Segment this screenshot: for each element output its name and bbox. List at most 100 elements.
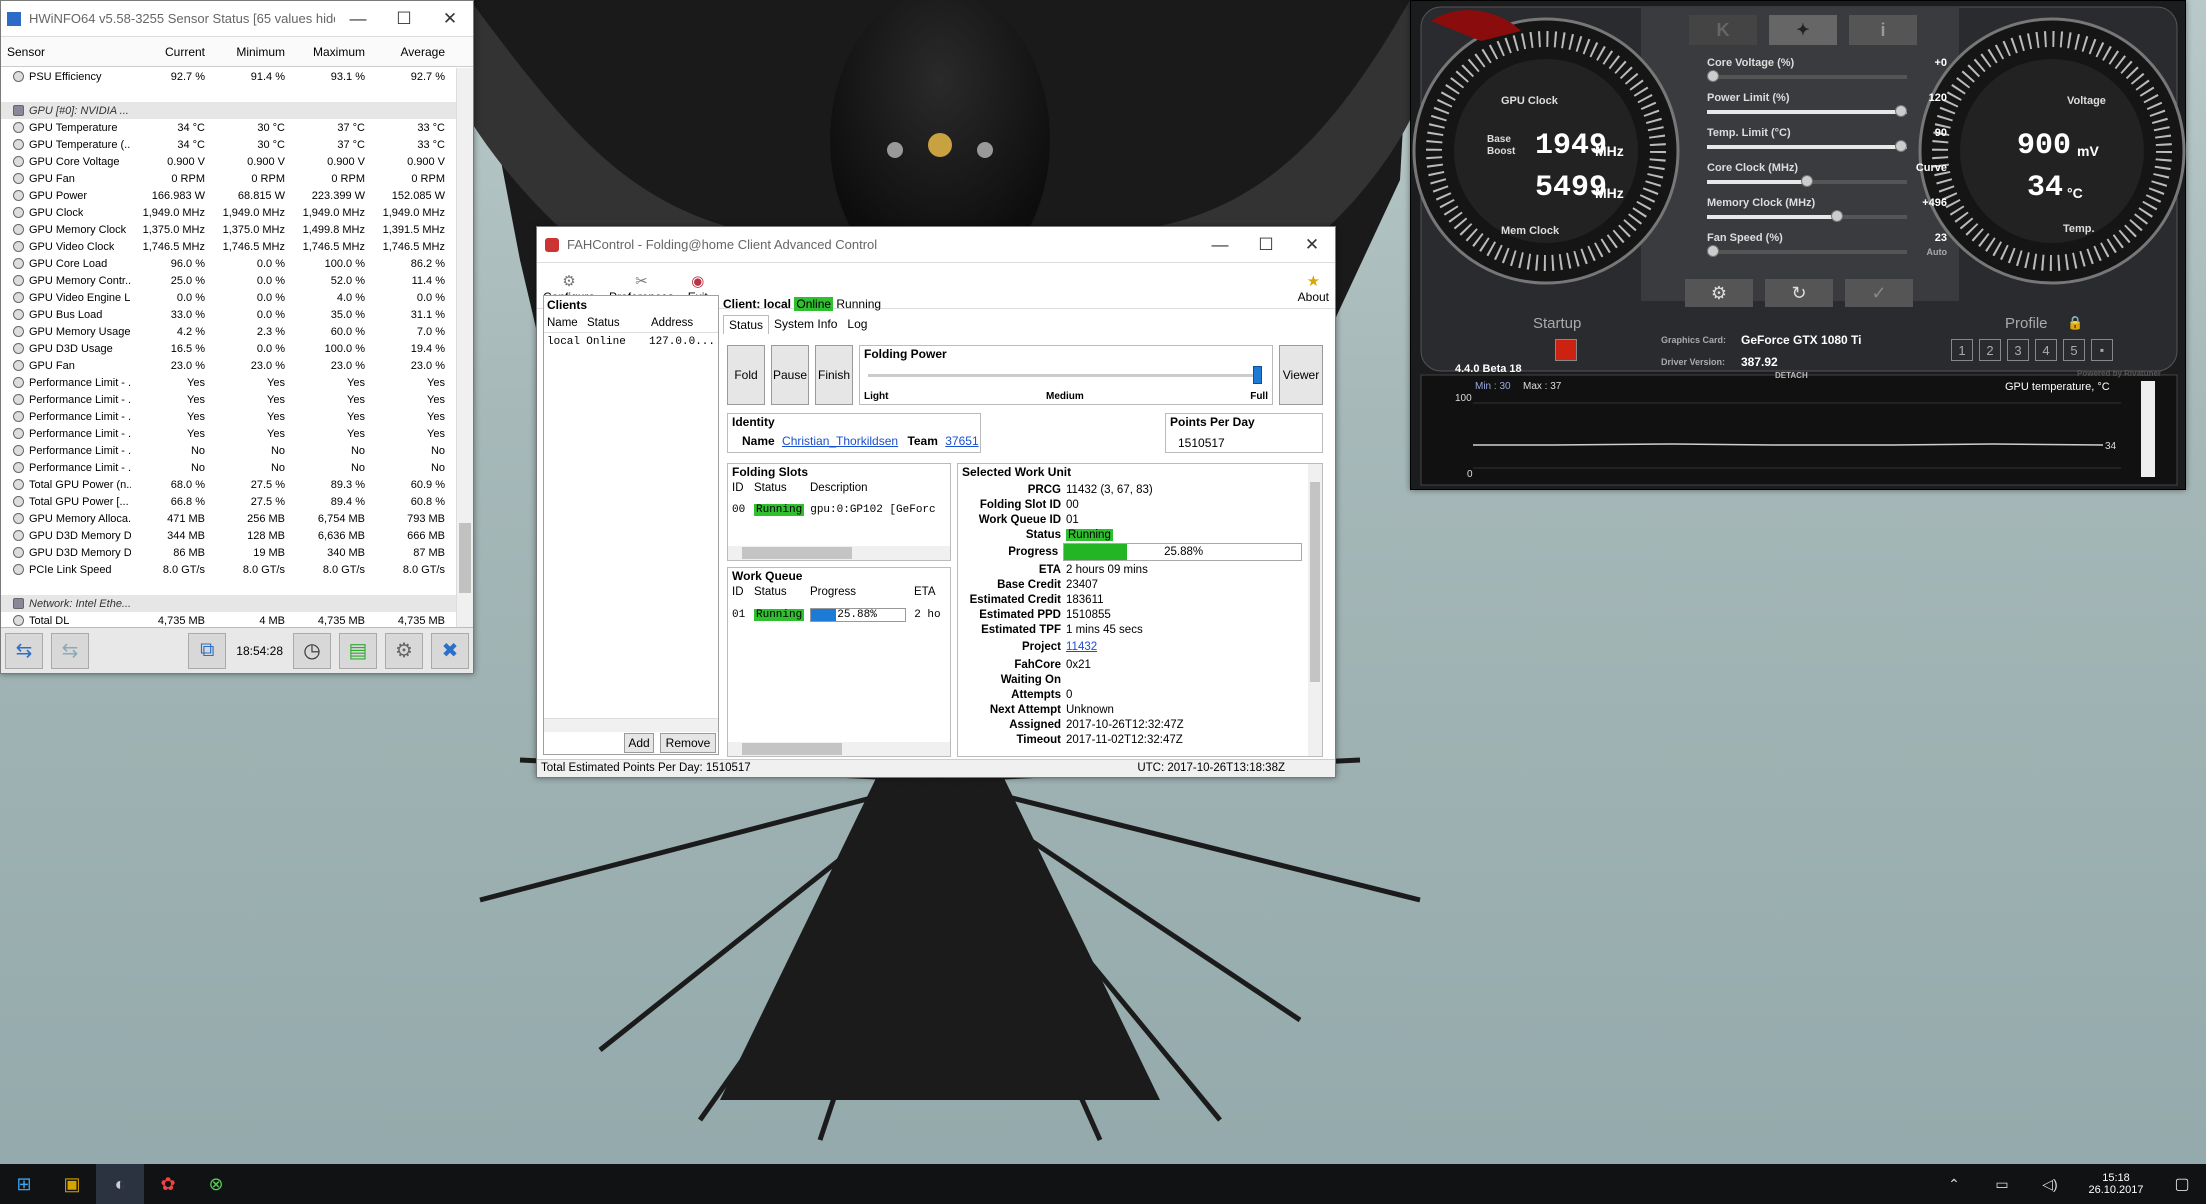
fah-titlebar[interactable]: FAHControl - Folding@home Client Advance… xyxy=(537,227,1335,263)
tab-log[interactable]: Log xyxy=(842,315,872,334)
fold-button[interactable]: Fold xyxy=(727,345,765,405)
minimize-button[interactable]: — xyxy=(1197,227,1243,263)
wq-row-01[interactable]: 01 Running 25.88% 2 ho xyxy=(732,608,941,622)
volume-tray-icon[interactable]: ◁) xyxy=(2026,1164,2074,1204)
sensor-section-header[interactable]: Network: Intel Ethe... xyxy=(1,595,457,612)
profile-3-button[interactable]: 3 xyxy=(2007,339,2029,361)
viewer-button[interactable]: Viewer xyxy=(1279,345,1323,405)
slider-track[interactable] xyxy=(1707,245,1907,257)
col-maximum[interactable]: Maximum xyxy=(291,45,371,59)
report-icon[interactable]: ▤ xyxy=(339,632,377,669)
col-current[interactable]: Current xyxy=(131,45,211,59)
col-average[interactable]: Average xyxy=(371,45,451,59)
sensor-row[interactable]: GPU D3D Memory D... 344 MB 128 MB 6,636 MB 6… xyxy=(1,527,457,544)
slots-hscroll[interactable] xyxy=(728,546,950,560)
sensor-row[interactable]: GPU Core Load 96.0 % 0.0 % 100.0 % 86.2 % xyxy=(1,255,457,272)
clients-hscroll[interactable] xyxy=(544,718,718,732)
sensor-row[interactable]: GPU Video Clock 1,746.5 MHz 1,746.5 MHz 1,7… xyxy=(1,238,457,255)
finish-button[interactable]: Finish xyxy=(815,345,853,405)
slider-knob[interactable] xyxy=(1895,105,1907,117)
sensor-row[interactable]: Performance Limit - ... Yes Yes Yes Yes xyxy=(1,391,457,408)
network-icon[interactable]: ⧉ xyxy=(188,632,227,669)
nav-back-icon[interactable]: ⇆ xyxy=(5,632,43,669)
nav-forward-icon[interactable]: ⇆ xyxy=(51,632,89,669)
fan-auto-button[interactable]: Auto xyxy=(1927,247,1948,257)
settings-icon[interactable]: ⚙ xyxy=(385,632,423,669)
reset-button[interactable]: ↻ xyxy=(1765,279,1833,307)
apply-button[interactable]: ✓ xyxy=(1845,279,1913,307)
slider-knob[interactable] xyxy=(1801,175,1813,187)
clock-icon[interactable]: ◷ xyxy=(293,632,331,669)
sensor-row[interactable]: PCIe Link Speed 8.0 GT/s 8.0 GT/s 8.0 GT/s 8… xyxy=(1,561,457,578)
folding-power-knob[interactable] xyxy=(1253,366,1262,384)
maximize-button[interactable]: ☐ xyxy=(381,1,427,37)
slider-track[interactable] xyxy=(1707,70,1907,82)
sensor-row[interactable]: GPU Memory Alloca... 471 MB 256 MB 6,754 MB… xyxy=(1,510,457,527)
remove-client-button[interactable]: Remove xyxy=(660,733,716,753)
slider-knob[interactable] xyxy=(1707,70,1719,82)
close-button[interactable]: ✕ xyxy=(1289,227,1335,263)
sensor-row[interactable]: Performance Limit - ... No No No No xyxy=(1,459,457,476)
sensor-row[interactable]: Total GPU Power [... 66.8 % 27.5 % 89.4 % 60… xyxy=(1,493,457,510)
top-info-button[interactable]: i xyxy=(1849,15,1917,45)
profile-lock-icon[interactable]: 🔒 xyxy=(2067,315,2083,331)
slider-knob[interactable] xyxy=(1707,245,1719,257)
sensor-section-header[interactable]: GPU [#0]: NVIDIA ... xyxy=(1,102,457,119)
fah-taskbar-icon[interactable]: ✿ xyxy=(144,1164,192,1204)
slider-track[interactable] xyxy=(1707,175,1907,187)
sensor-row[interactable]: GPU Video Engine L... 0.0 % 0.0 % 4.0 % 0.0 … xyxy=(1,289,457,306)
slider-knob[interactable] xyxy=(1831,210,1844,222)
steam-taskbar-icon[interactable]: ◐ xyxy=(96,1164,144,1204)
top-k-button[interactable]: K xyxy=(1689,15,1757,45)
sensor-row[interactable]: GPU D3D Memory D... 86 MB 19 MB 340 MB 87 MB xyxy=(1,544,457,561)
sensor-row[interactable]: Performance Limit - ... Yes Yes Yes Yes xyxy=(1,374,457,391)
about-button[interactable]: ★ About xyxy=(1298,272,1329,304)
add-client-button[interactable]: Add xyxy=(624,733,654,753)
sensor-row[interactable]: Performance Limit - ... No No No No xyxy=(1,442,457,459)
sensor-row[interactable] xyxy=(1,578,457,595)
slider-knob[interactable] xyxy=(1895,140,1907,152)
hwinfo-taskbar-icon[interactable]: ▣ xyxy=(48,1164,96,1204)
tray-chevron-icon[interactable]: ⌃ xyxy=(1930,1164,1978,1204)
sensor-row[interactable]: GPU Fan 23.0 % 23.0 % 23.0 % 23.0 % xyxy=(1,357,457,374)
settings-gear-button[interactable]: ⚙ xyxy=(1685,279,1753,307)
sensor-row[interactable]: GPU Temperature (... 34 °C 30 °C 37 °C 33 °C xyxy=(1,136,457,153)
pause-button[interactable]: Pause xyxy=(771,345,809,405)
sensor-row[interactable] xyxy=(1,85,457,102)
sensor-row[interactable]: Performance Limit - ... Yes Yes Yes Yes xyxy=(1,408,457,425)
hwinfo-scrollbar[interactable] xyxy=(456,68,473,628)
profile-2-button[interactable]: 2 xyxy=(1979,339,2001,361)
profile-4-button[interactable]: 4 xyxy=(2035,339,2057,361)
taskbar-clock[interactable]: 15:18 26.10.2017 xyxy=(2074,1172,2158,1196)
slot-row-00[interactable]: 00 Running gpu:0:GP102 [GeForc xyxy=(732,504,936,516)
maximize-button[interactable]: ☐ xyxy=(1243,227,1289,263)
sensor-row[interactable]: GPU Fan 0 RPM 0 RPM 0 RPM 0 RPM xyxy=(1,170,457,187)
top-logo-button[interactable]: ✦ xyxy=(1769,15,1837,45)
sensor-row[interactable]: GPU D3D Usage 16.5 % 0.0 % 100.0 % 19.4 % xyxy=(1,340,457,357)
slider-track[interactable] xyxy=(1707,210,1907,222)
network-tray-icon[interactable]: ▭ xyxy=(1978,1164,2026,1204)
graph-scrollbar[interactable] xyxy=(2141,381,2155,477)
minimize-button[interactable]: — xyxy=(335,1,381,37)
sensor-row[interactable]: Total GPU Power (n... 68.0 % 27.5 % 89.3 % 6… xyxy=(1,476,457,493)
sensor-row[interactable]: GPU Temperature 34 °C 30 °C 37 °C 33 °C xyxy=(1,119,457,136)
client-row-local[interactable]: local Online 127.0.0... xyxy=(544,333,718,351)
profile-1-button[interactable]: 1 xyxy=(1951,339,1973,361)
col-sensor[interactable]: Sensor xyxy=(1,45,131,59)
sensor-row[interactable]: GPU Memory Usage 4.2 % 2.3 % 60.0 % 7.0 % xyxy=(1,323,457,340)
slider-track[interactable] xyxy=(1707,140,1907,152)
wu-scrollbar[interactable] xyxy=(1308,464,1322,756)
profile-5-button[interactable]: 5 xyxy=(2063,339,2085,361)
sensor-row[interactable]: GPU Clock 1,949.0 MHz 1,949.0 MHz 1,949.0 M… xyxy=(1,204,457,221)
start-windows-icon[interactable]: ⊞ xyxy=(0,1164,48,1204)
close-button[interactable]: ✕ xyxy=(427,1,473,37)
sensor-row[interactable]: GPU Bus Load 33.0 % 0.0 % 35.0 % 31.1 % xyxy=(1,306,457,323)
sensor-row[interactable]: Total DL 4,735 MB 4 MB 4,735 MB 4,735 MB xyxy=(1,612,457,628)
profile-save-icon[interactable]: ▪ xyxy=(2091,339,2113,361)
close-sensors-icon[interactable]: ✖ xyxy=(431,632,469,669)
sensor-row[interactable]: GPU Memory Clock 1,375.0 MHz 1,375.0 MHz 1,… xyxy=(1,221,457,238)
sensor-row[interactable]: Performance Limit - ... Yes Yes Yes Yes xyxy=(1,425,457,442)
sensor-row[interactable]: GPU Memory Contr... 25.0 % 0.0 % 52.0 % 11.4… xyxy=(1,272,457,289)
sensor-row[interactable]: PSU Efficiency 92.7 % 91.4 % 93.1 % 92.7 % xyxy=(1,68,457,85)
sensor-row[interactable]: GPU Power 166.983 W 68.815 W 223.399 W 152.0… xyxy=(1,187,457,204)
